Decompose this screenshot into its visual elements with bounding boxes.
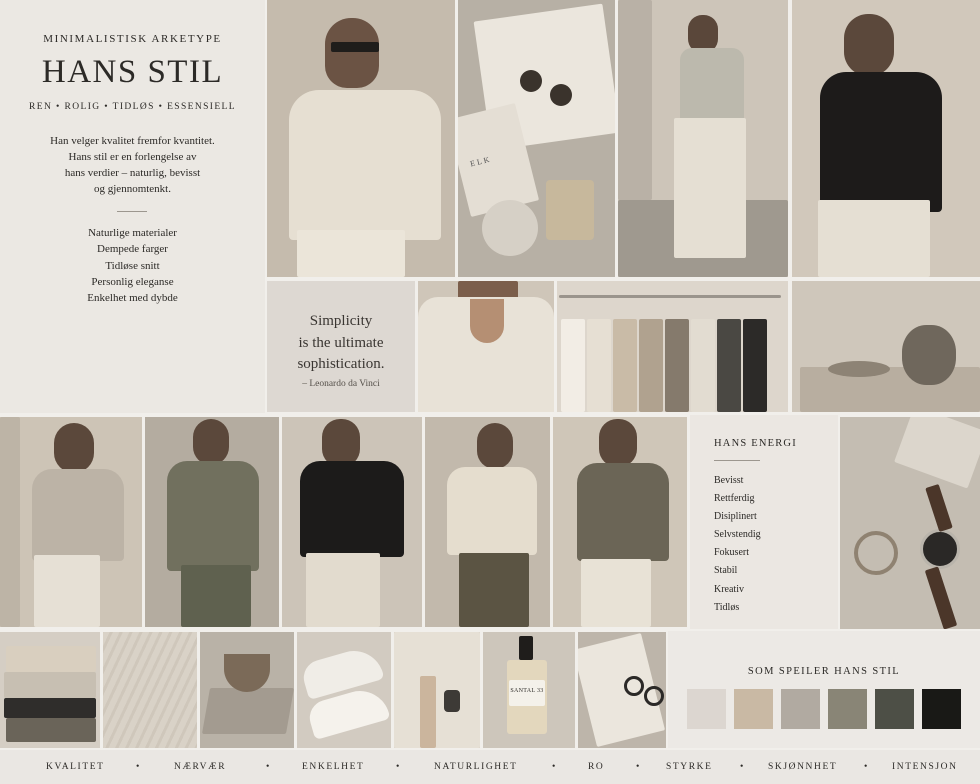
color-swatch	[734, 689, 773, 729]
photo-white-sneakers	[297, 632, 391, 748]
list-item: Bevisst	[714, 475, 744, 486]
photo-knit-sweater-man	[0, 417, 142, 627]
photo-walking-man	[618, 0, 788, 277]
palette-title: SOM SPEILER HANS STIL	[747, 666, 901, 677]
list-item: Tidløse snitt	[105, 259, 160, 272]
quote-line: sophistication.	[297, 356, 385, 372]
quote-author: – Leonardo da Vinci	[302, 379, 380, 389]
photo-linen-texture	[103, 632, 197, 748]
list-item: Stabil	[714, 565, 738, 577]
quote-line: Simplicity	[309, 313, 373, 329]
quote-line: is the ultimate	[298, 334, 384, 351]
intro-line: Han velger kvalitet fremfor kvantitet.	[50, 135, 215, 147]
energy-list: Bevisst Rettferdig Disiplinert Selvstend…	[714, 472, 761, 617]
color-swatch	[781, 689, 820, 729]
photo-stone-bowl	[200, 632, 294, 748]
photo-black-shirt-man	[282, 417, 422, 627]
energy-panel: HANS ENERGI Bevisst Rettferdig Disipline…	[690, 415, 838, 629]
quote-card: Simplicity is the ultimate sophisticatio…	[267, 281, 415, 412]
footer-word: NÆRVÆR	[174, 762, 227, 772]
footer-word: NATURLIGHET	[434, 762, 518, 772]
footer-values: KVALITET • NÆRVÆR • ENKELHET • NATURLIGH…	[0, 750, 980, 784]
archetype-kicker: MINIMALISTISK ARKETYPE	[43, 33, 222, 45]
photo-shirt-sleeve-watch	[394, 632, 480, 748]
footer-word: RO	[588, 762, 605, 772]
footer-word: STYRKE	[666, 762, 713, 772]
photo-flatlay-sweater: ELK	[458, 0, 615, 277]
separator-dot: •	[740, 762, 744, 772]
energy-title: HANS ENERGI	[714, 438, 797, 449]
list-item: Naturlige materialer	[88, 227, 177, 239]
photo-clothing-rack	[557, 281, 788, 412]
intro-line: og gjennomtenkt.	[94, 183, 171, 195]
intro-text: Han velger kvalitet fremfor kvantitet. H…	[30, 133, 235, 197]
footer-word: KVALITET	[46, 762, 105, 772]
perfume-label: SANTAL 33	[510, 688, 544, 694]
photo-perfume-bottle: SANTAL 33	[483, 632, 575, 748]
list-item: Personlig eleganse	[91, 275, 174, 288]
intro-line: hans verdier – naturlig, bevisst	[64, 167, 201, 179]
quality-list: Naturlige materialer Dempede farger Tidl…	[0, 225, 265, 306]
separator-dot: •	[636, 762, 640, 772]
page-title: HANS STIL	[41, 54, 224, 90]
photo-tshirt-man	[425, 417, 550, 627]
footer-word: ENKELHET	[302, 762, 365, 772]
separator-dot: •	[266, 762, 270, 772]
photo-brown-polo-man	[553, 417, 687, 627]
list-item: Fokusert	[714, 547, 749, 559]
divider	[117, 211, 147, 212]
color-swatch	[687, 689, 726, 729]
list-item: Selvstendig	[714, 529, 761, 541]
list-item: Tidløs	[714, 601, 740, 613]
book-label: ELK	[469, 154, 493, 169]
photo-black-polo-man	[792, 0, 980, 277]
photo-watch-bracelet	[840, 417, 980, 629]
photo-shirt-closeup	[418, 281, 554, 412]
palette-panel: SOM SPEILER HANS STIL	[668, 631, 980, 748]
photo-olive-shirt-man	[145, 417, 279, 627]
photo-book-sunglasses	[578, 632, 666, 748]
color-swatch	[922, 689, 961, 729]
list-item: Dempede farger	[97, 243, 168, 256]
photo-linen-shirt-man	[267, 0, 455, 277]
separator-dot: •	[552, 762, 556, 772]
quote-text: Simplicity is the ultimate sophisticatio…	[273, 311, 409, 376]
separator-dot: •	[864, 762, 868, 772]
style-tags: REN • ROLIG • TIDLØS • ESSENSIELL	[29, 102, 236, 112]
list-item: Kreativ	[714, 583, 744, 595]
color-swatch	[828, 689, 867, 729]
list-item: Enkelhet med dybde	[87, 292, 178, 305]
photo-vase-still-life	[792, 281, 980, 412]
photo-folded-knits	[0, 632, 100, 748]
title-panel: MINIMALISTISK ARKETYPE HANS STIL REN • R…	[0, 0, 265, 413]
divider	[714, 460, 760, 461]
separator-dot: •	[396, 762, 400, 772]
color-swatch	[875, 689, 914, 729]
intro-line: Hans stil er en forlengelse av	[68, 151, 197, 163]
footer-word: INTENSJON	[892, 762, 958, 772]
separator-dot: •	[136, 762, 140, 772]
list-item: Disiplinert	[714, 511, 757, 523]
footer-word: SKJØNNHET	[768, 762, 838, 772]
list-item: Rettferdig	[714, 493, 755, 505]
